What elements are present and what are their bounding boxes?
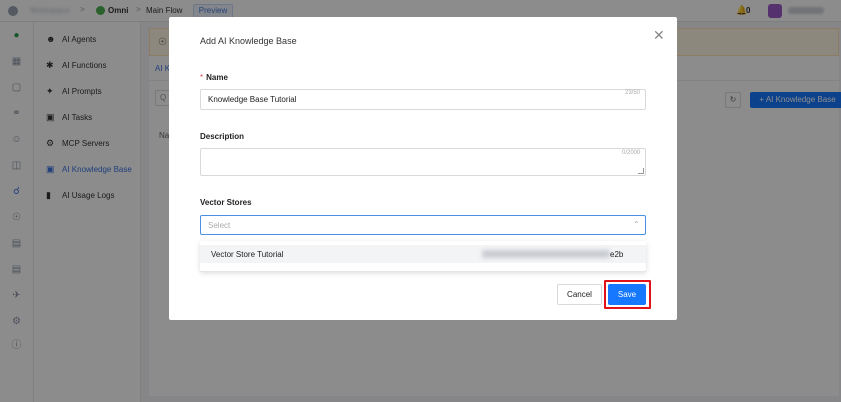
name-label: * Name bbox=[200, 73, 228, 82]
save-button[interactable]: Save bbox=[608, 284, 646, 305]
description-char-counter: 0/2000 bbox=[622, 150, 641, 156]
name-input[interactable] bbox=[200, 89, 646, 110]
description-textarea[interactable] bbox=[200, 148, 646, 176]
select-placeholder: Select bbox=[208, 221, 231, 230]
vector-stores-select[interactable]: Select ⌃ bbox=[200, 215, 646, 235]
vector-stores-dropdown: Vector Store Tutorial e2b bbox=[200, 241, 646, 271]
option-id-suffix: e2b bbox=[610, 250, 624, 259]
required-asterisk: * bbox=[200, 73, 204, 82]
vector-stores-label: Vector Stores bbox=[200, 198, 252, 207]
resize-handle-icon[interactable] bbox=[638, 168, 644, 174]
name-label-text: Name bbox=[206, 73, 228, 82]
description-label: Description bbox=[200, 132, 245, 141]
modal-title: Add AI Knowledge Base bbox=[200, 36, 297, 46]
name-char-counter: 23/50 bbox=[625, 90, 641, 96]
divider bbox=[200, 271, 646, 272]
chevron-up-icon: ⌃ bbox=[633, 220, 640, 229]
add-knowledge-base-modal: Add AI Knowledge Base ✕ *Name 23/50 Desc… bbox=[169, 17, 677, 320]
dropdown-option-vector-store[interactable]: Vector Store Tutorial e2b bbox=[200, 245, 646, 263]
option-name: Vector Store Tutorial bbox=[211, 250, 284, 259]
option-id-redacted bbox=[482, 250, 610, 258]
close-icon[interactable]: ✕ bbox=[653, 27, 665, 44]
cancel-button[interactable]: Cancel bbox=[557, 284, 602, 305]
